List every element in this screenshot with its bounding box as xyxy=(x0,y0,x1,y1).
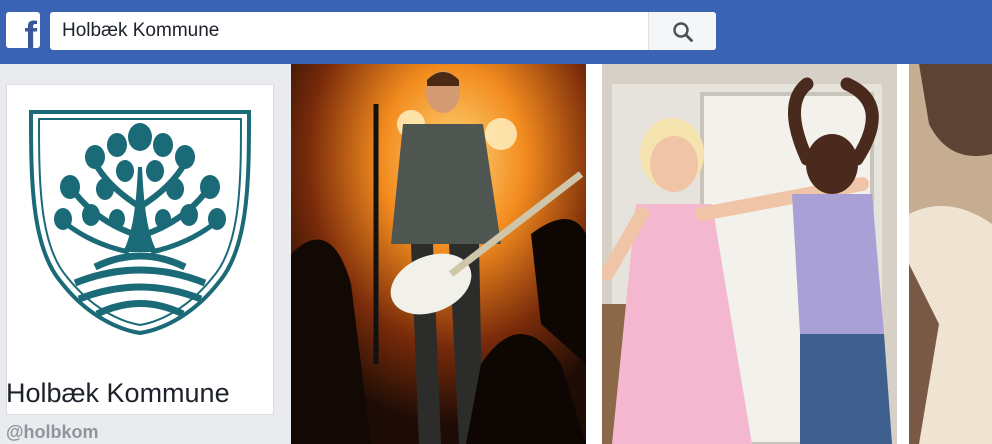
search-input[interactable] xyxy=(50,12,646,50)
page-title[interactable]: Holbæk Kommune xyxy=(6,378,230,409)
facebook-logo-icon[interactable]: f xyxy=(6,12,40,48)
top-navigation-bar: f xyxy=(0,0,992,64)
page-handle[interactable]: @holbkom xyxy=(6,422,99,443)
search-icon xyxy=(673,22,693,42)
cover-photo[interactable] xyxy=(291,64,992,444)
left-column: Holbæk Kommune @holbkom xyxy=(0,64,291,444)
search-bar xyxy=(50,12,716,50)
coat-of-arms-icon xyxy=(28,110,252,336)
profile-picture[interactable] xyxy=(6,84,274,415)
search-button[interactable] xyxy=(648,12,716,50)
dancing-children-photo xyxy=(602,64,897,444)
concert-guitarist-photo xyxy=(291,64,586,444)
partial-figure-photo xyxy=(909,64,992,444)
